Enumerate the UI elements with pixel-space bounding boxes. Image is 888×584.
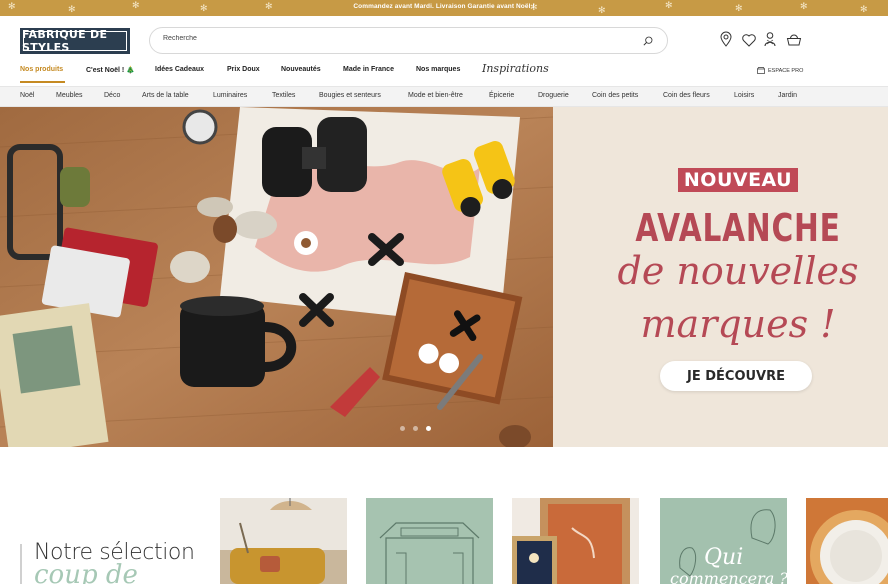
- category-arts-de-la-table[interactable]: Arts de la table: [142, 92, 189, 99]
- hero-product-photo: [0, 107, 553, 447]
- slider-dot[interactable]: [400, 426, 405, 431]
- promo-bar: ✻ ✻ ✻ ✻ ✻ ✻ ✻ ✻ ✻ ✻ ✻ Commandez avant Ma…: [0, 0, 888, 16]
- nav-prix-doux[interactable]: Prix Doux: [227, 66, 260, 73]
- product-card[interactable]: [806, 498, 888, 584]
- slider-dot-active[interactable]: [426, 426, 431, 431]
- nav-nos-produits[interactable]: Nos produits: [20, 66, 63, 73]
- nav-made-in-france[interactable]: Made in France: [343, 66, 394, 73]
- product-image: Qui commencera ?: [660, 498, 787, 584]
- category-loisirs[interactable]: Loisirs: [734, 92, 754, 99]
- category-nav: Noël Meubles Déco Arts de la table Lumin…: [0, 86, 888, 107]
- selection-script: coup de: [34, 560, 138, 584]
- category-coin-des-petits[interactable]: Coin des petits: [592, 92, 638, 99]
- product-card[interactable]: Qui commencera ?: [660, 498, 787, 584]
- hero-image[interactable]: [0, 107, 553, 447]
- nav-inspirations[interactable]: Inspirations: [482, 62, 549, 75]
- product-image: [512, 498, 639, 584]
- category-deco[interactable]: Déco: [104, 92, 120, 99]
- nav-noel[interactable]: C'est Noël ! 🎄: [86, 66, 135, 74]
- espace-pro-link[interactable]: ESPACE PRO: [757, 67, 803, 74]
- category-noel[interactable]: Noël: [20, 92, 34, 99]
- search-input[interactable]: [163, 35, 623, 42]
- product-card[interactable]: [366, 498, 493, 584]
- category-epicerie[interactable]: Épicerie: [489, 92, 514, 99]
- category-droguerie[interactable]: Droguerie: [538, 92, 569, 99]
- site-logo[interactable]: FABRIQUE DE STYLES: [20, 28, 130, 54]
- store-locator-icon[interactable]: [718, 31, 734, 47]
- search-bar[interactable]: [149, 27, 668, 54]
- discover-button[interactable]: JE DÉCOUVRE: [660, 361, 812, 391]
- category-mode[interactable]: Mode et bien-être: [408, 92, 463, 99]
- nav-nos-marques[interactable]: Nos marques: [416, 66, 460, 73]
- hero-script-line2: marques !: [640, 302, 836, 346]
- svg-text:Qui: Qui: [704, 545, 743, 570]
- active-nav-underline: [20, 81, 65, 83]
- espace-pro-label: ESPACE PRO: [768, 67, 804, 74]
- basket-icon[interactable]: [786, 32, 802, 48]
- category-jardin[interactable]: Jardin: [778, 92, 797, 99]
- category-meubles[interactable]: Meubles: [56, 92, 82, 99]
- hero-script-line1: de nouvelles: [617, 249, 859, 293]
- product-card[interactable]: [220, 498, 347, 584]
- slider-dot[interactable]: [413, 426, 418, 431]
- section-divider: [20, 544, 22, 584]
- product-card[interactable]: [512, 498, 639, 584]
- category-luminaires[interactable]: Luminaires: [213, 92, 247, 99]
- product-image: [366, 498, 493, 584]
- hero-headline: AVALANCHE: [635, 206, 841, 250]
- category-bougies[interactable]: Bougies et senteurs: [319, 92, 381, 99]
- main-nav: Nos produits C'est Noël ! 🎄 Idées Cadeau…: [0, 62, 888, 84]
- category-coin-des-fleurs[interactable]: Coin des fleurs: [663, 92, 710, 99]
- promo-text[interactable]: Commandez avant Mardi. Livraison Garanti…: [0, 3, 888, 10]
- search-icon[interactable]: [643, 36, 653, 46]
- nav-idees-cadeaux[interactable]: Idées Cadeaux: [155, 66, 204, 73]
- category-textiles[interactable]: Textiles: [272, 92, 295, 99]
- svg-text:commencera ?: commencera ?: [670, 569, 787, 584]
- product-image: [806, 498, 888, 584]
- nav-nouveautes[interactable]: Nouveautés: [281, 66, 321, 73]
- hero-banner[interactable]: NOUVEAU AVALANCHE de nouvelles marques !…: [553, 107, 888, 447]
- heart-icon[interactable]: [741, 32, 757, 48]
- nouveau-badge: NOUVEAU: [678, 168, 798, 192]
- slider-dots: [400, 426, 431, 431]
- shop-icon: [757, 67, 765, 74]
- product-image: [220, 498, 347, 584]
- account-icon[interactable]: [762, 31, 778, 47]
